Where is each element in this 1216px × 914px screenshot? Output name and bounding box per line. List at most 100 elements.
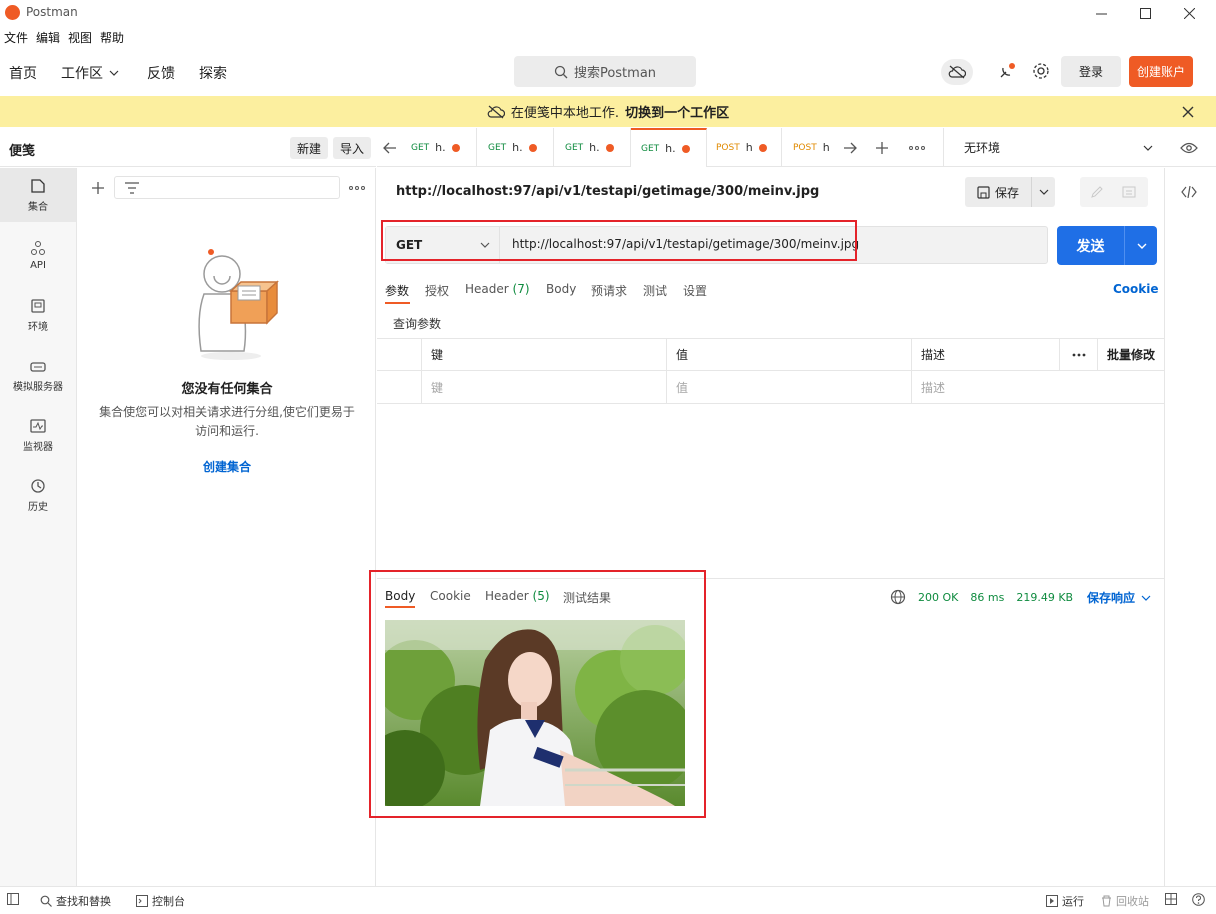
- search-placeholder: 搜索Postman: [573, 66, 657, 81]
- maximize-button[interactable]: [1122, 0, 1168, 26]
- nav-explore[interactable]: 探索: [199, 63, 227, 83]
- nav-feedback[interactable]: 反馈: [147, 63, 175, 83]
- search-icon: [40, 895, 52, 907]
- console-icon: [136, 895, 148, 907]
- save-response-button[interactable]: 保存响应: [1087, 589, 1151, 606]
- arrow-right-icon[interactable]: [842, 140, 858, 156]
- column-key: 键: [421, 338, 666, 371]
- unsaved-dot-icon: [758, 143, 767, 152]
- pencil-icon[interactable]: [1088, 184, 1106, 200]
- request-tab[interactable]: POST h: [783, 128, 835, 167]
- app-title: Postman: [26, 5, 78, 19]
- send-dropdown-button[interactable]: [1126, 226, 1157, 265]
- nav-home[interactable]: 首页: [9, 63, 37, 83]
- layout-toggle-icon[interactable]: [1165, 893, 1177, 905]
- postman-logo-icon: [5, 5, 20, 20]
- menu-edit[interactable]: 编辑: [32, 28, 64, 48]
- key-input[interactable]: 键: [421, 371, 666, 404]
- new-button[interactable]: 新建: [290, 137, 329, 159]
- save-dropdown-button[interactable]: [1031, 177, 1055, 207]
- tab-settings[interactable]: 设置: [683, 282, 707, 299]
- search-input[interactable]: 搜索Postman: [514, 56, 696, 87]
- save-label: 保存: [994, 185, 1019, 200]
- tab-auth[interactable]: 授权: [425, 282, 449, 299]
- response-size[interactable]: 219.49 KB: [1016, 591, 1073, 604]
- comment-icon[interactable]: [1120, 184, 1138, 200]
- login-button[interactable]: 登录: [1061, 56, 1121, 87]
- request-tab[interactable]: GET h.: [478, 128, 554, 167]
- workspace-title: 便笺: [9, 144, 36, 159]
- save-button[interactable]: 保存: [965, 177, 1031, 207]
- sync-status-button[interactable]: [941, 59, 973, 85]
- scratchpad-banner: 在便笺中本地工作. 切换到一个工作区: [0, 96, 1216, 127]
- title-bar: Postman: [0, 0, 1216, 26]
- import-button[interactable]: 导入: [333, 137, 372, 159]
- tab-headers[interactable]: Header (7): [465, 282, 530, 296]
- menu-file[interactable]: 文件: [0, 28, 32, 48]
- sidebar-item-collections[interactable]: 集合: [0, 168, 76, 222]
- environment-select[interactable]: 无环境: [943, 128, 1165, 167]
- tab-params[interactable]: 参数: [385, 282, 409, 299]
- menu-view[interactable]: 视图: [64, 28, 96, 48]
- menu-help[interactable]: 帮助: [96, 28, 128, 48]
- console-label: 控制台: [152, 895, 185, 908]
- arrow-left-icon[interactable]: [382, 140, 398, 156]
- request-tab[interactable]: GET h.: [555, 128, 631, 167]
- tab-body[interactable]: Body: [546, 282, 576, 296]
- sidebar-item-monitors[interactable]: 监视器: [0, 408, 76, 462]
- add-collection-button[interactable]: [90, 180, 106, 196]
- cookies-link[interactable]: Cookie: [1113, 282, 1159, 296]
- nav-workspace-label: 工作区: [61, 66, 103, 82]
- satellite-button[interactable]: [996, 60, 1018, 82]
- status-code[interactable]: 200 OK: [918, 591, 958, 604]
- send-button[interactable]: 发送: [1057, 226, 1125, 265]
- sidebar-item-environments[interactable]: 环境: [0, 288, 76, 342]
- value-input[interactable]: 值: [666, 371, 911, 404]
- chevron-down-icon: [1141, 595, 1151, 601]
- sidebar-item-api[interactable]: API: [0, 228, 76, 282]
- empty-collections-illustration: [186, 246, 286, 361]
- save-icon: [977, 185, 990, 199]
- request-tab[interactable]: GET h.: [401, 128, 477, 167]
- history-icon: [31, 478, 45, 493]
- sidebar-item-history[interactable]: 历史: [0, 468, 76, 522]
- tab-tests[interactable]: 测试: [643, 282, 667, 299]
- create-account-button[interactable]: 创建账户: [1129, 56, 1193, 87]
- table-more-icon[interactable]: [1059, 338, 1097, 371]
- create-collection-link[interactable]: 创建集合: [78, 458, 376, 475]
- response-time[interactable]: 86 ms: [970, 591, 1004, 604]
- sidebar-item-mock-servers[interactable]: 模拟服务器: [0, 348, 76, 402]
- chevron-down-icon: [1141, 142, 1155, 154]
- tab-method: GET: [488, 142, 507, 153]
- request-tab[interactable]: POST h: [706, 128, 782, 167]
- close-banner-button[interactable]: [1180, 104, 1196, 120]
- close-window-button[interactable]: [1166, 0, 1212, 26]
- new-tab-plus-icon[interactable]: [874, 140, 890, 156]
- filter-input[interactable]: [114, 176, 340, 199]
- request-tab-active[interactable]: GET h.: [631, 128, 707, 167]
- sidebar-item-label: API: [30, 259, 46, 271]
- more-options-icon[interactable]: [348, 182, 366, 194]
- trash-button[interactable]: 回收站: [1101, 893, 1149, 909]
- minimize-button[interactable]: [1078, 0, 1124, 26]
- bulk-edit-button[interactable]: 批量修改: [1097, 338, 1164, 371]
- settings-button[interactable]: [1030, 60, 1052, 82]
- tab-name: h: [822, 141, 830, 154]
- code-icon[interactable]: [1180, 184, 1198, 200]
- console-button[interactable]: 控制台: [136, 893, 185, 909]
- globe-icon: [890, 589, 906, 605]
- request-title: http://localhost:97/api/v1/testapi/getim…: [396, 184, 820, 199]
- search-icon: [554, 65, 568, 78]
- tab-prerequest[interactable]: 预请求: [591, 282, 627, 299]
- nav-workspace[interactable]: 工作区: [61, 63, 119, 83]
- toggle-sidebar-icon[interactable]: [7, 893, 19, 905]
- cloud-off-icon: [487, 105, 505, 118]
- description-input[interactable]: 描述: [911, 371, 1164, 404]
- banner-text: 在便笺中本地工作.: [510, 106, 620, 121]
- find-replace-button[interactable]: 查找和替换: [40, 893, 111, 909]
- runner-button[interactable]: 运行: [1046, 893, 1084, 909]
- tab-more-icon[interactable]: [908, 142, 926, 154]
- switch-workspace-link[interactable]: 切换到一个工作区: [625, 102, 729, 121]
- eye-icon[interactable]: [1179, 140, 1199, 156]
- help-icon[interactable]: [1192, 893, 1205, 906]
